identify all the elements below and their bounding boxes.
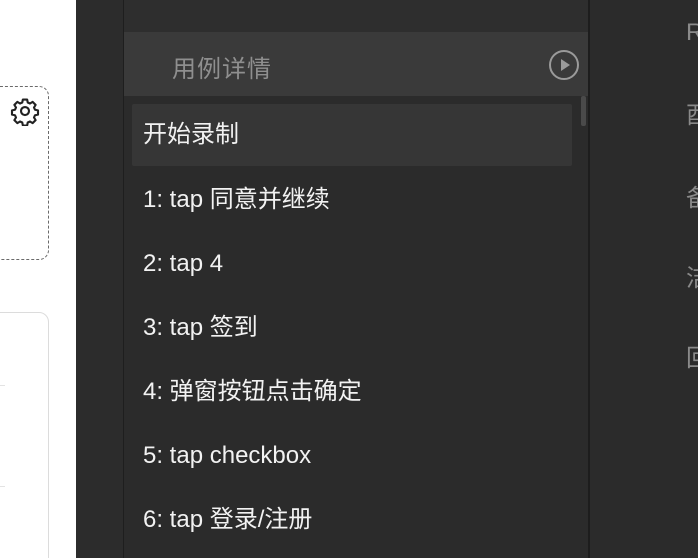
- divider-line: [0, 385, 5, 386]
- play-circle-icon[interactable]: [548, 49, 580, 81]
- right-menu-item[interactable]: 洁: [686, 258, 698, 293]
- right-menu-item[interactable]: 备: [686, 178, 698, 213]
- side-strip: [76, 0, 124, 558]
- list-item[interactable]: 2: tap 4: [132, 233, 572, 295]
- list-item[interactable]: 6: tap 登录/注册: [132, 489, 572, 551]
- scrollbar[interactable]: [581, 96, 586, 126]
- center-top-bar: [124, 0, 588, 32]
- list-item[interactable]: 1: tap 同意并继续: [132, 169, 572, 231]
- right-menu-item[interactable]: 回: [686, 338, 698, 373]
- left-pane: [0, 0, 76, 558]
- list-item[interactable]: 3: tap 签到: [132, 297, 572, 359]
- step-list: 开始录制 1: tap 同意并继续 2: tap 4 3: tap 签到 4: …: [124, 96, 588, 558]
- list-item-start-recording[interactable]: 开始录制: [132, 104, 572, 166]
- right-menu-item[interactable]: R: [686, 19, 698, 47]
- panel-title: 用例详情: [172, 56, 272, 83]
- right-pane: R 酉 备 洁 回: [590, 0, 698, 558]
- gear-icon[interactable]: [10, 96, 40, 126]
- right-menu-item[interactable]: 酉: [686, 95, 698, 130]
- list-item[interactable]: 5: tap checkbox: [132, 425, 572, 487]
- bottom-card: [0, 312, 49, 558]
- case-detail-header: 用例详情: [124, 32, 588, 96]
- list-item[interactable]: 4: 弹窗按钮点击确定: [132, 361, 572, 423]
- divider-line: [0, 486, 5, 487]
